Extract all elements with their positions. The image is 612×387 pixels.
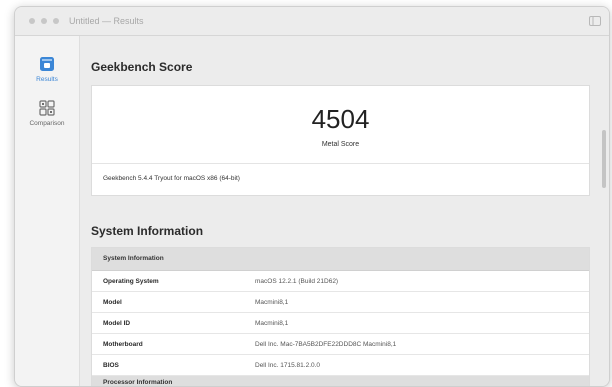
row-value: Dell Inc. 1715.81.2.0.0 (255, 362, 321, 369)
system-section-title: System Information (91, 224, 204, 238)
results-icon (40, 57, 54, 71)
row-value: Macmini8,1 (255, 320, 289, 327)
score-label: Metal Score (321, 141, 360, 148)
row-label: Motherboard (103, 341, 143, 348)
app-window: Untitled — Results Results Comparison Ge… (14, 6, 610, 387)
table-row: Motherboard Dell Inc. Mac-7BA5B2DFE22DDD… (92, 334, 589, 355)
row-label: Model (103, 299, 122, 306)
window-title: Untitled — Results (69, 16, 144, 26)
window-controls (29, 18, 59, 24)
sidebar-item-comparison[interactable]: Comparison (15, 100, 79, 127)
sidebar-toggle-icon[interactable] (589, 16, 601, 26)
row-value: Dell Inc. Mac-7BA5B2DFE22DDD8C Macmini8,… (255, 341, 397, 348)
row-value: Macmini8,1 (255, 299, 289, 306)
table-row: BIOS Dell Inc. 1715.81.2.0.0 (92, 355, 589, 376)
sidebar: Results Comparison (15, 36, 80, 386)
row-label: Operating System (103, 278, 159, 285)
sidebar-item-label: Results (36, 76, 58, 83)
row-value: macOS 12.2.1 (Build 21D62) (255, 278, 339, 285)
score-value: 4504 (311, 104, 370, 134)
close-window-button[interactable] (29, 18, 35, 24)
score-card: 4504 Metal Score Geekbench 5.4.4 Tryout … (91, 85, 590, 196)
divider (92, 163, 589, 164)
table-header: Processor Information (92, 376, 589, 386)
table-row: Operating System macOS 12.2.1 (Build 21D… (92, 271, 589, 292)
minimize-window-button[interactable] (41, 18, 47, 24)
row-label: BIOS (103, 362, 119, 369)
comparison-icon (39, 100, 55, 116)
title-bar: Untitled — Results (15, 7, 609, 36)
vertical-scrollbar[interactable] (602, 130, 606, 188)
sidebar-item-label: Comparison (29, 120, 65, 127)
row-label: Model ID (103, 320, 131, 327)
system-info-table: System Information Operating System macO… (91, 247, 590, 386)
table-row: Model Macmini8,1 (92, 292, 589, 313)
table-row: Model ID Macmini8,1 (92, 313, 589, 334)
results-content[interactable]: Geekbench Score 4504 Metal Score Geekben… (80, 36, 609, 386)
version-text: Geekbench 5.4.4 Tryout for macOS x86 (64… (103, 175, 240, 182)
table-header: System Information (92, 248, 589, 271)
zoom-window-button[interactable] (53, 18, 59, 24)
score-section-title: Geekbench Score (91, 60, 193, 74)
sidebar-item-results[interactable]: Results (15, 56, 79, 83)
